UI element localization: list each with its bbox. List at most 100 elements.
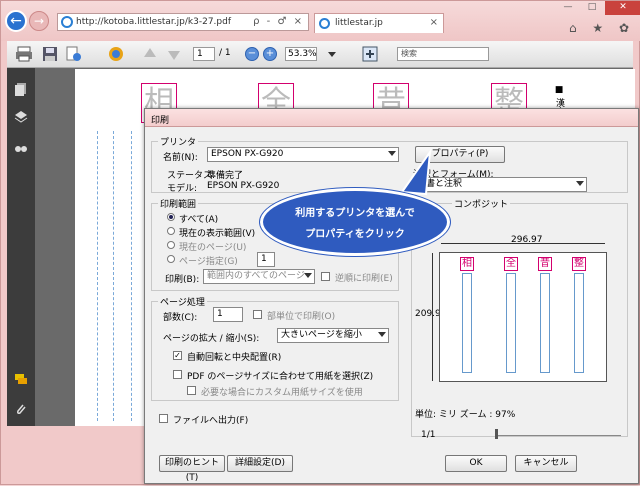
print-subset-label: 印刷(B): bbox=[165, 275, 200, 285]
tools-icon[interactable] bbox=[65, 45, 83, 63]
comments-icon[interactable] bbox=[14, 372, 28, 386]
page-scaling-select[interactable]: 大きいページを縮小 bbox=[277, 328, 389, 343]
zoom-field[interactable]: 53.3% bbox=[285, 47, 317, 61]
preview-column bbox=[574, 273, 584, 373]
printer-name-label: 名前(N): bbox=[163, 153, 198, 163]
range-pages-radio[interactable] bbox=[167, 255, 175, 263]
page-slider-thumb[interactable] bbox=[495, 429, 498, 439]
zoom-in-icon[interactable]: + bbox=[263, 47, 277, 61]
range-current-page-radio[interactable] bbox=[167, 241, 175, 249]
pdf-sidebar bbox=[7, 68, 35, 426]
cancel-button[interactable]: キャンセル bbox=[515, 455, 577, 472]
advanced-button[interactable]: 詳細設定(D) bbox=[227, 455, 293, 472]
range-view-label: 現在の表示範囲(V) bbox=[179, 229, 256, 239]
pdf-page-size-checkbox[interactable] bbox=[173, 370, 182, 379]
back-button[interactable]: ← bbox=[5, 10, 27, 32]
printer-name-value: EPSON PX-G920 bbox=[211, 149, 284, 159]
preview-kanji: 昔 bbox=[538, 257, 552, 271]
print-to-file-label: ファイルへ出力(F) bbox=[173, 416, 249, 426]
dialog-titlebar: 印刷 bbox=[145, 109, 638, 127]
preview-kanji: 相 bbox=[460, 257, 474, 271]
tab-ie-icon bbox=[319, 18, 330, 29]
auto-rotate-checkbox[interactable]: ✓ bbox=[173, 351, 182, 360]
address-url: http://kotoba.littlestar.jp/k3-27.pdf bbox=[76, 17, 231, 27]
guide-line bbox=[131, 131, 132, 421]
preview-column bbox=[462, 273, 472, 373]
print-hints-button[interactable]: 印刷のヒント(T) bbox=[159, 455, 225, 483]
status-value: 準備完了 bbox=[207, 171, 244, 181]
page-number-input[interactable]: 1 bbox=[193, 47, 215, 61]
reverse-pages-label: 逆順に印刷(E) bbox=[335, 274, 393, 284]
tab-close-icon[interactable]: × bbox=[430, 17, 438, 28]
prev-page-icon[interactable] bbox=[141, 45, 159, 63]
ok-button[interactable]: OK bbox=[445, 455, 507, 472]
fit-page-icon[interactable] bbox=[361, 45, 379, 63]
unit-zoom-label: 単位: ミリ ズーム : 97% bbox=[415, 410, 516, 420]
zoom-out-icon[interactable]: − bbox=[245, 47, 259, 61]
address-controls[interactable]: ρ - ♂ × bbox=[253, 16, 304, 27]
ie-icon bbox=[61, 16, 73, 28]
print-preview: 相 全 昔 整 bbox=[439, 252, 607, 382]
guide-line bbox=[97, 131, 98, 421]
auto-rotate-label: 自動回転と中央配置(R) bbox=[187, 353, 282, 363]
page-total: / 1 bbox=[219, 48, 231, 58]
chevron-down-icon bbox=[304, 273, 312, 278]
print-subset-value: 範囲内のすべてのページ bbox=[207, 271, 305, 281]
print-icon[interactable] bbox=[15, 45, 33, 63]
printer-name-select[interactable]: EPSON PX-G920 bbox=[207, 147, 399, 162]
binoculars-icon[interactable] bbox=[14, 140, 28, 154]
search-input[interactable]: 検索 bbox=[397, 47, 489, 61]
home-favorites-settings-icons[interactable]: ⌂ ★ ✿ bbox=[569, 21, 635, 35]
page-handling-label: ページ処理 bbox=[158, 295, 207, 308]
preview-kanji: 全 bbox=[504, 257, 518, 271]
pdf-page-size-label: PDF のページサイズに合わせて用紙を選択(Z) bbox=[187, 372, 374, 382]
collate-label: 部単位で印刷(O) bbox=[267, 312, 336, 322]
print-to-file-checkbox[interactable] bbox=[159, 414, 168, 423]
printer-group-label: プリンタ bbox=[158, 135, 199, 148]
callout-bubble: 利用するプリンタを選んで プロパティをクリック bbox=[260, 148, 450, 260]
callout-line-2: プロパティをクリック bbox=[305, 229, 405, 240]
chevron-down-icon bbox=[378, 332, 386, 337]
preview-kanji: 整 bbox=[572, 257, 586, 271]
browser-titlebar: ← → http://kotoba.littlestar.jp/k3-27.pd… bbox=[1, 1, 640, 41]
address-bar[interactable]: http://kotoba.littlestar.jp/k3-27.pdf ρ … bbox=[57, 13, 309, 31]
layers-icon[interactable] bbox=[14, 110, 28, 124]
page-scaling-value: 大きいページを縮小 bbox=[281, 330, 362, 340]
maximize-button[interactable]: □ bbox=[581, 1, 603, 15]
next-page-icon[interactable] bbox=[165, 45, 183, 63]
close-window-button[interactable]: ✕ bbox=[605, 1, 640, 15]
minimize-button[interactable]: — bbox=[557, 1, 579, 15]
height-dimension-line bbox=[432, 253, 433, 381]
collate-checkbox[interactable] bbox=[253, 310, 262, 319]
range-view-radio[interactable] bbox=[167, 227, 175, 235]
preview-column bbox=[540, 273, 550, 373]
print-subset-select[interactable]: 範囲内のすべてのページ bbox=[203, 269, 315, 284]
range-pages-label: ページ指定(G) bbox=[179, 257, 238, 267]
page-slider-track[interactable] bbox=[495, 435, 621, 436]
dialog-title: 印刷 bbox=[151, 116, 170, 126]
guide-line bbox=[113, 131, 114, 421]
range-current-page-label: 現在のページ(U) bbox=[179, 243, 247, 253]
tab-label: littlestar.jp bbox=[335, 18, 383, 28]
range-all-label: すべて(A) bbox=[179, 215, 219, 225]
page-scaling-label: ページの拡大 / 縮小(S): bbox=[163, 334, 260, 344]
forward-button[interactable]: → bbox=[29, 11, 49, 31]
copies-input[interactable]: 1 bbox=[213, 307, 243, 322]
reverse-pages-checkbox[interactable] bbox=[321, 272, 330, 281]
attachment-icon[interactable] bbox=[14, 402, 28, 416]
pages-icon[interactable] bbox=[14, 82, 28, 96]
page-indicator: 1/1 bbox=[421, 430, 436, 440]
pdf-toolbar: 1 / 1 − + 53.3% 検索 bbox=[7, 41, 633, 68]
share-icon[interactable] bbox=[107, 45, 125, 63]
custom-paper-label: 必要な場合にカスタム用紙サイズを使用 bbox=[201, 388, 363, 398]
zoom-dropdown-icon[interactable] bbox=[323, 45, 341, 63]
width-dimension-line bbox=[441, 243, 605, 244]
print-range-label: 印刷範囲 bbox=[158, 197, 199, 210]
callout-shape bbox=[260, 188, 450, 256]
range-all-radio[interactable] bbox=[167, 213, 175, 221]
chevron-down-icon bbox=[576, 181, 584, 186]
model-label: モデル: bbox=[167, 184, 198, 194]
custom-paper-checkbox[interactable] bbox=[187, 386, 196, 395]
tab-littlestar[interactable]: littlestar.jp × bbox=[314, 13, 444, 33]
save-icon[interactable] bbox=[41, 45, 59, 63]
